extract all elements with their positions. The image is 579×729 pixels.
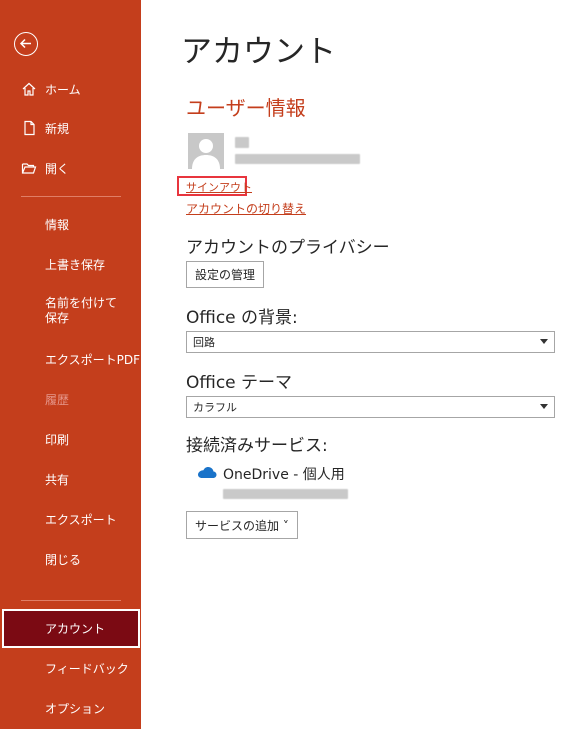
sidebar-item-feedback[interactable]: フィードバック [0, 651, 141, 685]
theme-select[interactable]: カラフル [186, 396, 555, 418]
theme-heading: Office テーマ [186, 373, 293, 393]
connected-services-heading: 接続済みサービス: [186, 436, 328, 456]
sidebar-divider [21, 196, 121, 197]
sidebar-item-save[interactable]: 上書き保存 [0, 247, 141, 281]
switch-account-link[interactable]: アカウントの切り替え [186, 200, 306, 217]
background-select-value: 回路 [193, 336, 215, 349]
sidebar-item-label: 履歴 [45, 392, 70, 407]
user-silhouette-icon [192, 139, 220, 169]
home-icon [22, 82, 36, 96]
sidebar-item-label: 新規 [45, 121, 70, 136]
sign-out-link[interactable]: サインアウト [186, 179, 252, 195]
theme-select-value: カラフル [193, 401, 237, 414]
blurred-user-name [235, 137, 249, 148]
dropdown-arrow-icon [540, 404, 548, 409]
account-page: アカウント ユーザー情報 サインアウト アカウントの切り替え アカウントのプライ… [141, 0, 579, 729]
sidebar-item-print[interactable]: 印刷 [0, 422, 141, 456]
sidebar-item-label: 名前を付けて保存 [45, 296, 118, 325]
sidebar-item-open[interactable]: 開く [0, 151, 141, 185]
sidebar-item-label: エクスポートPDF [45, 352, 141, 367]
privacy-heading: アカウントのプライバシー [186, 238, 390, 258]
sidebar-item-label: フィードバック [45, 661, 129, 676]
sidebar-item-export[interactable]: エクスポート [0, 502, 141, 536]
sidebar-item-label: 情報 [45, 217, 70, 232]
onedrive-service-label: OneDrive - 個人用 [223, 467, 345, 483]
sidebar-item-close[interactable]: 閉じる [0, 542, 141, 576]
sidebar-item-share[interactable]: 共有 [0, 462, 141, 496]
sidebar-item-home[interactable]: ホーム [0, 72, 141, 106]
onedrive-cloud-icon [198, 467, 217, 478]
dropdown-arrow-icon [540, 339, 548, 344]
sidebar-item-label: エクスポート [45, 512, 117, 527]
background-heading: Office の背景: [186, 308, 298, 328]
add-service-button[interactable]: サービスの追加 ˅ [186, 511, 298, 539]
sidebar-item-label: 共有 [45, 472, 70, 487]
new-document-icon [24, 120, 35, 136]
blurred-onedrive-account [223, 489, 348, 499]
sidebar-item-export-pdf[interactable]: エクスポートPDF [0, 342, 141, 376]
open-folder-icon [21, 163, 37, 174]
sidebar-item-info[interactable]: 情報 [0, 207, 141, 241]
back-arrow-icon [19, 38, 31, 49]
sidebar-item-label: 閉じる [45, 552, 82, 567]
sidebar-item-label: ホーム [45, 82, 81, 97]
sidebar-item-label: 印刷 [45, 432, 70, 447]
sidebar-item-new[interactable]: 新規 [0, 111, 141, 145]
back-button[interactable] [14, 32, 38, 56]
manage-settings-button[interactable]: 設定の管理 [186, 261, 265, 288]
page-title: アカウント [181, 34, 336, 70]
sidebar-item-save-as[interactable]: 名前を付けて保存 [0, 291, 141, 331]
sidebar-item-label: アカウント [45, 622, 106, 636]
sidebar-item-label: オプション [45, 701, 106, 716]
sidebar-item-options[interactable]: オプション [0, 691, 141, 725]
sidebar-divider [21, 600, 121, 601]
backstage-sidebar: ホーム 新規 開く 情報 上書き保存 名前を付けて保存 エクスポートPDF 履歴… [0, 0, 141, 729]
background-select[interactable]: 回路 [186, 331, 555, 353]
blurred-user-email [235, 154, 360, 164]
sidebar-item-label: 開く [45, 161, 70, 176]
avatar [188, 133, 224, 169]
user-info-heading: ユーザー情報 [186, 96, 306, 120]
sidebar-item-history: 履歴 [0, 382, 141, 416]
sidebar-item-account[interactable]: アカウント [2, 609, 140, 648]
sidebar-item-label: 上書き保存 [45, 257, 106, 272]
